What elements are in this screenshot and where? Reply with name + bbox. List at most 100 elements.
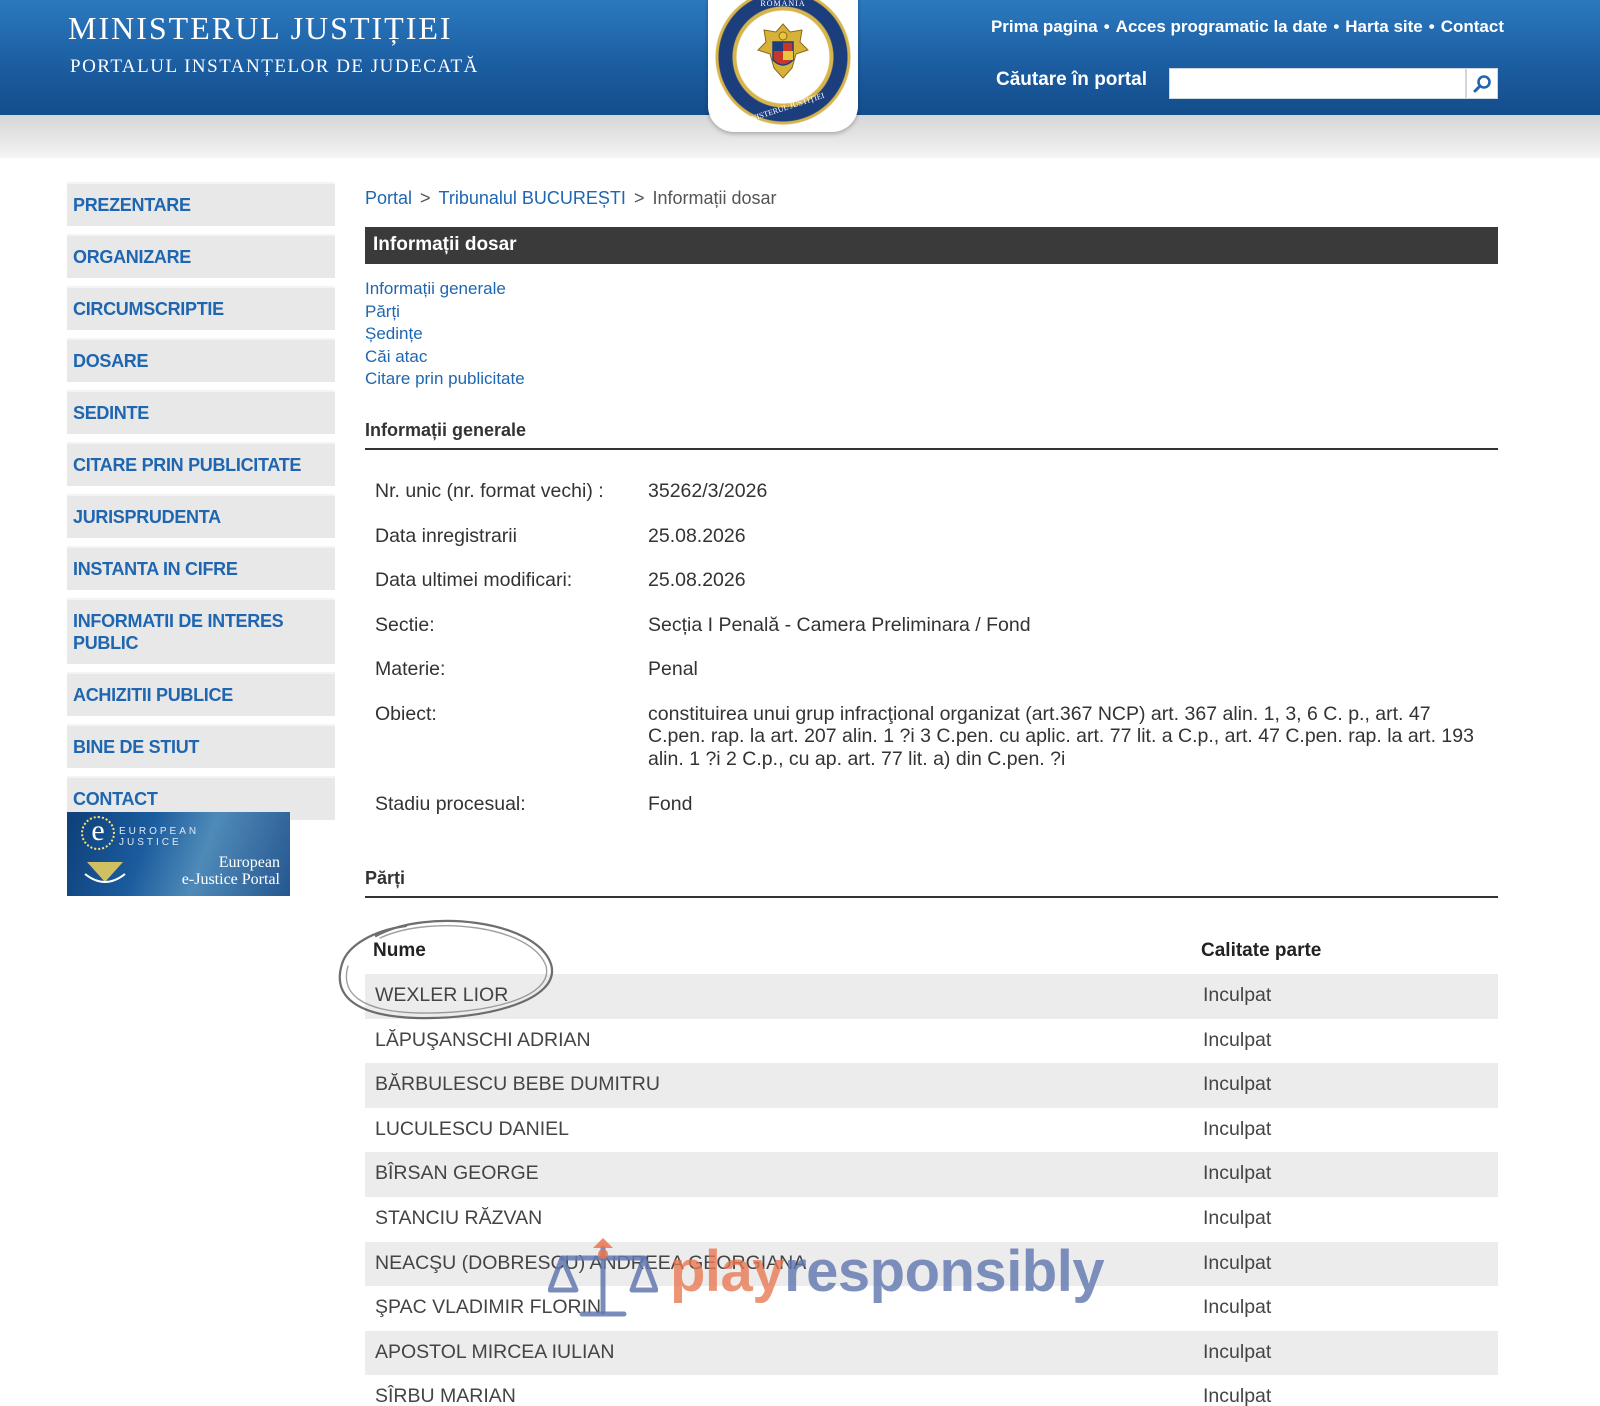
sidebar-item-jurisprudenta[interactable]: JURISPRUDENTA [67, 494, 335, 538]
page-title: Informații dosar [365, 227, 1498, 264]
parties-heading: Părți [365, 868, 1498, 898]
info-value: Penal [648, 658, 698, 680]
top-links: Prima pagina • Acces programatic la date • H… [991, 17, 1504, 37]
party-name: BÎRSAN GEORGE [375, 1162, 539, 1185]
party-role: Inculpat [1203, 1296, 1272, 1319]
info-label: Stadiu procesual: [375, 792, 526, 815]
party-role: Inculpat [1203, 1073, 1272, 1096]
site-title[interactable]: MINISTERUL JUSTIȚIEI [68, 10, 453, 47]
anchor-link-appeals[interactable]: Căi atac [365, 346, 525, 369]
search-label: Căutare în portal [996, 69, 1147, 90]
info-row-section: Sectie: Secția I Penală - Camera Prelimi… [365, 614, 1498, 659]
ejustice-logo-caption: EUROPEAN JUSTICE [119, 826, 200, 848]
site-subtitle: PORTALUL INSTANȚELOR DE JUDECATĂ [70, 56, 479, 77]
sidebar-item-informatii-de-interes-public[interactable]: INFORMATII DE INTERES PUBLIC [67, 598, 335, 664]
general-info-table: Nr. unic (nr. format vechi) : 35262/3/20… [365, 480, 1498, 837]
sidebar-item-dosare[interactable]: DOSARE [67, 338, 335, 382]
portal-search-input[interactable] [1169, 68, 1466, 99]
ejustice-portal-line2: e-Justice Portal [181, 871, 280, 888]
party-role: Inculpat [1203, 1385, 1272, 1406]
party-role: Inculpat [1203, 1028, 1272, 1051]
info-value: 25.08.2026 [648, 569, 746, 591]
table-row: BÎRSAN GEORGE Inculpat [365, 1152, 1498, 1197]
sidebar-nav: PREZENTARE ORGANIZARE CIRCUMSCRIPTIE DOS… [67, 182, 336, 828]
party-name: WEXLER LIOR [375, 984, 509, 1006]
info-label: Sectie: [375, 613, 435, 636]
party-name: LĂPUŞANSCHI ADRIAN [375, 1028, 591, 1051]
info-row-procedural-stage: Stadiu procesual: Fond [365, 793, 1498, 838]
info-value: 25.08.2026 [648, 524, 746, 547]
party-name: SÎRBU MARIAN [375, 1385, 516, 1406]
party-role: Inculpat [1203, 1251, 1272, 1274]
section-anchor-links: Informații generale Părți Ședințe Căi at… [365, 278, 525, 391]
party-name: NEACŞU (DOBRESCU) ANDREEA GEORGIANA [375, 1251, 807, 1274]
table-row: APOSTOL MIRCEA IULIAN Inculpat [365, 1330, 1498, 1376]
ejustice-portal-line1: European [218, 854, 280, 871]
info-value: constituirea unui grup infracţional orga… [648, 702, 1474, 770]
breadcrumb-portal[interactable]: Portal [365, 188, 412, 208]
info-value: Fond [648, 792, 693, 815]
search-icon [1473, 74, 1491, 92]
party-role: Inculpat [1203, 1340, 1272, 1363]
info-label: Data inregistrarii [375, 524, 517, 547]
party-role: Inculpat [1203, 1206, 1272, 1229]
breadcrumb-court[interactable]: Tribunalul BUCUREȘTI [439, 188, 626, 208]
column-header-name: Nume [373, 940, 426, 961]
party-role: Inculpat [1203, 1162, 1272, 1185]
sidebar-item-achizitii-publice[interactable]: ACHIZITII PUBLICE [67, 672, 335, 716]
party-role: Inculpat [1203, 1117, 1272, 1140]
top-link-separator: • [1333, 17, 1340, 36]
table-row: NEACŞU (DOBRESCU) ANDREEA GEORGIANA Incu… [365, 1241, 1498, 1287]
info-label: Obiect: [375, 702, 437, 725]
top-link-home[interactable]: Prima pagina [991, 17, 1098, 36]
info-row-last-modified: Data ultimei modificari: 25.08.2026 [365, 569, 1498, 614]
top-link-separator: • [1428, 17, 1435, 36]
top-link-contact[interactable]: Contact [1441, 17, 1504, 36]
breadcrumb-separator: > [633, 188, 645, 208]
anchor-link-general-info[interactable]: Informații generale [365, 278, 525, 301]
anchor-link-public-summons[interactable]: Citare prin publicitate [365, 368, 525, 391]
sidebar-item-instanta-in-cifre[interactable]: INSTANTA IN CIFRE [67, 546, 335, 590]
party-name: LUCULESCU DANIEL [375, 1117, 569, 1140]
breadcrumb-separator: > [420, 188, 431, 208]
info-row-object: Obiect: constituirea unui grup infracţio… [365, 703, 1498, 793]
top-link-api-access[interactable]: Acces programatic la date [1116, 17, 1328, 36]
sidebar-item-citare-prin-publicitate[interactable]: CITARE PRIN PUBLICITATE [67, 442, 335, 486]
search-button[interactable] [1466, 68, 1498, 99]
page: MINISTERUL JUSTIȚIEI PORTALUL INSTANȚELO… [0, 0, 1600, 1406]
info-label: Data ultimei modificari: [375, 569, 573, 591]
ejustice-logo-icon: e [81, 816, 115, 850]
general-info-heading: Informații generale [365, 420, 1498, 450]
coat-of-arms-icon [757, 23, 809, 79]
parties-table-header: Nume Calitate parte [365, 938, 1498, 974]
scales-icon [84, 862, 126, 883]
party-name: BĂRBULESCU BEBE DUMITRU [375, 1073, 660, 1096]
info-row-registration-date: Data inregistrarii 25.08.2026 [365, 525, 1498, 570]
top-link-separator: • [1103, 17, 1110, 36]
table-row: SÎRBU MARIAN Inculpat [365, 1375, 1498, 1406]
info-value: 35262/3/2026 [648, 480, 768, 502]
info-label: Nr. unic (nr. format vechi) : [375, 480, 604, 502]
sidebar-item-sedinte[interactable]: SEDINTE [67, 390, 335, 434]
sidebar-item-organizare[interactable]: ORGANIZARE [67, 234, 335, 278]
table-row: LĂPUŞANSCHI ADRIAN Inculpat [365, 1019, 1498, 1064]
emblem-text-top: ROMÂNIA [760, 0, 806, 8]
info-value: Secția I Penală - Camera Preliminara / F… [648, 613, 1031, 636]
parties-table: WEXLER LIOR Inculpat LĂPUŞANSCHI ADRIAN … [365, 974, 1498, 1406]
party-name: ŞPAC VLADIMIR FLORIN [375, 1296, 602, 1319]
top-link-sitemap[interactable]: Harta site [1345, 17, 1422, 36]
sidebar-item-prezentare[interactable]: PREZENTARE [67, 182, 335, 226]
sidebar-item-circumscriptie[interactable]: CIRCUMSCRIPTIE [67, 286, 335, 330]
european-ejustice-banner[interactable]: e EUROPEAN JUSTICE European e-Justice Po… [67, 812, 290, 896]
anchor-link-parties[interactable]: Părți [365, 301, 525, 324]
table-row: STANCIU RĂZVAN Inculpat [365, 1197, 1498, 1242]
info-label: Materie: [375, 658, 446, 680]
table-row: ŞPAC VLADIMIR FLORIN Inculpat [365, 1286, 1498, 1331]
table-row: WEXLER LIOR Inculpat [365, 974, 1498, 1019]
anchor-link-hearings[interactable]: Ședințe [365, 323, 525, 346]
party-role: Inculpat [1203, 984, 1272, 1006]
table-row: LUCULESCU DANIEL Inculpat [365, 1108, 1498, 1153]
info-row-matter: Materie: Penal [365, 658, 1498, 703]
sidebar-item-bine-de-stiut[interactable]: BINE DE STIUT [67, 724, 335, 768]
party-name: STANCIU RĂZVAN [375, 1206, 543, 1229]
